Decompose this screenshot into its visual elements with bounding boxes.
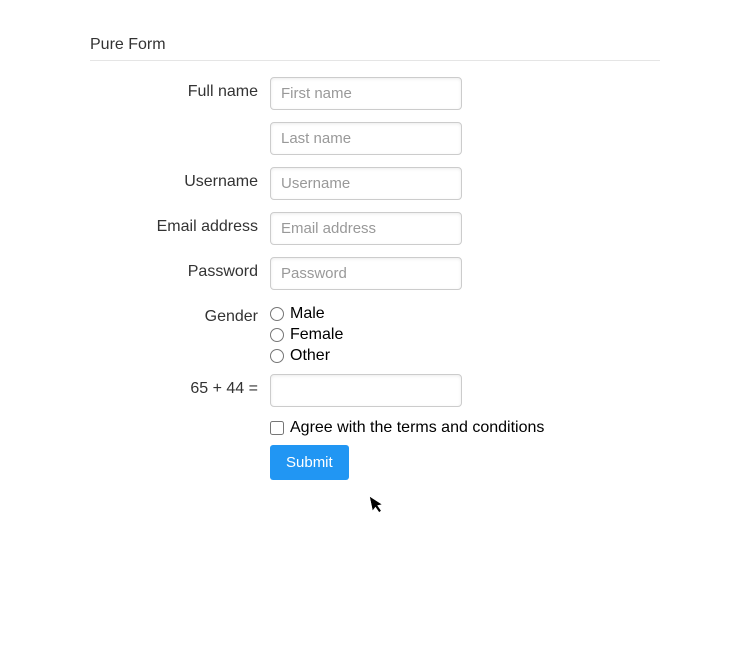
gender-option-male[interactable]: Male xyxy=(270,304,660,325)
password-label: Password xyxy=(90,257,270,281)
email-label: Email address xyxy=(90,212,270,236)
password-input[interactable] xyxy=(270,257,462,290)
email-row: Email address xyxy=(90,212,660,245)
submit-row: Submit xyxy=(90,445,660,480)
radio-male[interactable] xyxy=(270,307,284,321)
last-name-input[interactable] xyxy=(270,122,462,155)
captcha-label: 65 + 44 = xyxy=(90,374,270,398)
password-row: Password xyxy=(90,257,660,290)
gender-label: Gender xyxy=(90,302,270,326)
gender-option-female[interactable]: Female xyxy=(270,325,660,346)
terms-text: Agree with the terms and conditions xyxy=(290,419,544,437)
gender-option-other[interactable]: Other xyxy=(270,346,660,367)
terms-checkbox-label[interactable]: Agree with the terms and conditions xyxy=(270,419,660,437)
email-input[interactable] xyxy=(270,212,462,245)
captcha-row: 65 + 44 = xyxy=(90,374,660,407)
username-input[interactable] xyxy=(270,167,462,200)
terms-checkbox[interactable] xyxy=(270,421,284,435)
radio-female-label: Female xyxy=(290,325,343,346)
username-label: Username xyxy=(90,167,270,191)
fullname-label: Full name xyxy=(90,77,270,101)
gender-radio-group: Male Female Other xyxy=(270,302,660,366)
radio-male-label: Male xyxy=(290,304,325,325)
first-name-input[interactable] xyxy=(270,77,462,110)
username-row: Username xyxy=(90,167,660,200)
fullname-row: Full name xyxy=(90,77,660,155)
radio-other[interactable] xyxy=(270,349,284,363)
form-title: Pure Form xyxy=(90,36,660,54)
submit-button[interactable]: Submit xyxy=(270,445,349,480)
divider xyxy=(90,60,660,61)
radio-other-label: Other xyxy=(290,346,330,367)
terms-row: Agree with the terms and conditions xyxy=(90,419,660,437)
pure-form: Full name Username Email address Passwor… xyxy=(90,77,660,480)
cursor-icon xyxy=(370,494,388,519)
gender-row: Gender Male Female Other xyxy=(90,302,660,366)
radio-female[interactable] xyxy=(270,328,284,342)
captcha-input[interactable] xyxy=(270,374,462,407)
